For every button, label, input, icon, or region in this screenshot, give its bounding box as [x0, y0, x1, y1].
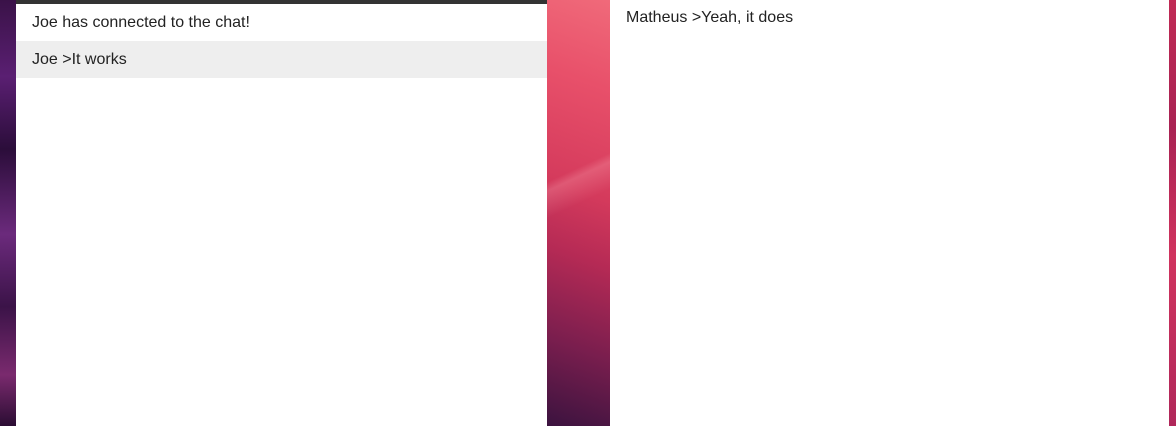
- chat-window-joe: Joe has connected to the chat! Joe >It w…: [16, 0, 547, 426]
- message-item: Joe >It works: [16, 41, 547, 78]
- desktop-wallpaper: [1169, 0, 1176, 426]
- message-item: Matheus >Yeah, it does: [626, 9, 794, 26]
- chat-window-matheus: Matheus >Yeah, it does: [610, 0, 1169, 426]
- desktop-wallpaper: [547, 0, 610, 426]
- message-list: Matheus >Yeah, it does: [610, 0, 1169, 35]
- message-item: Joe has connected to the chat!: [32, 14, 250, 31]
- desktop-wallpaper: [0, 0, 16, 426]
- message-list: Joe has connected to the chat! Joe >It w…: [16, 4, 547, 78]
